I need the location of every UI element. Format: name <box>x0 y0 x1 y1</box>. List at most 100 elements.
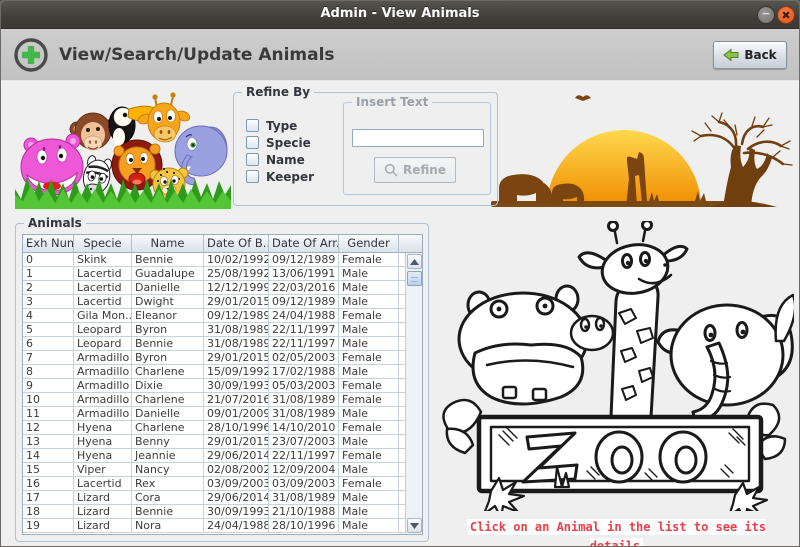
table-row[interactable]: 10ArmadilloCharlene21/07/201631/08/1989F… <box>23 393 422 407</box>
table-cell: 6 <box>23 337 74 351</box>
window-title: Admin - View Animals <box>1 6 799 21</box>
details-hint-text: Click on an Animal in the list to see it… <box>467 519 766 547</box>
table-cell: Male <box>339 463 399 477</box>
table-row[interactable]: 1LacertidGuadalupe25/08/199213/06/1991Ma… <box>23 267 422 281</box>
column-header[interactable]: Gender <box>339 235 399 253</box>
checkbox-keeper[interactable]: Keeper <box>246 170 314 183</box>
table-cell: 25/08/1992 <box>204 267 269 281</box>
back-button-label: Back <box>744 48 776 62</box>
table-cell: Male <box>339 491 399 505</box>
table-cell: 14 <box>23 449 74 463</box>
table-cell: 4 <box>23 309 74 323</box>
table-cell: Male <box>339 365 399 379</box>
table-row[interactable]: 15ViperNancy02/08/200212/09/2004Male <box>23 463 422 477</box>
table-cell: Male <box>339 295 399 309</box>
table-row[interactable]: 17LizardCora29/06/201431/08/1989Male <box>23 491 422 505</box>
minimize-button[interactable]: − <box>757 6 775 24</box>
table-cell: Eleanor <box>132 309 204 323</box>
checkbox-box-icon[interactable] <box>246 119 259 132</box>
table-cell: 31/08/1989 <box>269 491 339 505</box>
table-cell: 09/12/1989 <box>269 295 339 309</box>
details-hint: Click on an Animal in the list to see it… <box>439 516 794 547</box>
table-cell: 23/07/2003 <box>269 435 339 449</box>
scroll-down-button[interactable] <box>407 518 422 533</box>
table-cell: 18 <box>23 505 74 519</box>
table-cell: 17 <box>23 491 74 505</box>
close-button[interactable]: ✖ <box>777 6 795 24</box>
table-cell: Viper <box>74 463 132 477</box>
table-cell: 16 <box>23 477 74 491</box>
checkbox-specie[interactable]: Specie <box>246 136 314 149</box>
checkbox-name[interactable]: Name <box>246 153 314 166</box>
table-cell: 21/10/1988 <box>269 505 339 519</box>
table-row[interactable]: 4Gila Mon...Eleanor09/12/198924/04/1988F… <box>23 309 422 323</box>
table-row[interactable]: 14HyenaJeannie29/06/201422/11/1997Female <box>23 449 422 463</box>
table-row[interactable]: 12HyenaCharlene28/10/199614/10/2010Femal… <box>23 421 422 435</box>
table-cell: Lizard <box>74 491 132 505</box>
table-cell: Armadillo <box>74 407 132 421</box>
column-header[interactable]: Date Of Arr... <box>269 235 339 253</box>
checkbox-type[interactable]: Type <box>246 119 314 132</box>
table-cell: 29/01/2015 <box>204 295 269 309</box>
scroll-up-icon <box>410 259 419 265</box>
table-cell: Rex <box>132 477 204 491</box>
checkbox-box-icon[interactable] <box>246 136 259 149</box>
back-button[interactable]: Back <box>713 41 787 69</box>
table-cell: Male <box>339 267 399 281</box>
vertical-scrollbar[interactable] <box>405 253 422 534</box>
table-row[interactable]: 19LizardNora24/04/198828/10/1996Male <box>23 519 422 533</box>
table-cell: 12 <box>23 421 74 435</box>
table-cell: 09/01/2009 <box>204 407 269 421</box>
table-cell: 10 <box>23 393 74 407</box>
table-row[interactable]: 0SkinkBennie10/02/199209/12/1989Female <box>23 253 422 267</box>
table-cell: 29/06/2014 <box>204 491 269 505</box>
title-bar[interactable]: Admin - View Animals − ✖ <box>1 1 799 29</box>
table-cell: Nancy <box>132 463 204 477</box>
refine-button-label: Refine <box>403 163 446 177</box>
table-row[interactable]: 3LacertidDwight29/01/201509/12/1989Male <box>23 295 422 309</box>
table-cell: Female <box>339 421 399 435</box>
table-cell: Byron <box>132 351 204 365</box>
table-row[interactable]: 7ArmadilloByron29/01/201502/05/2003Femal… <box>23 351 422 365</box>
table-cell: Bennie <box>132 505 204 519</box>
table-cell: Cora <box>132 491 204 505</box>
table-row[interactable]: 13HyenaBenny29/01/201523/07/2003Male <box>23 435 422 449</box>
table-cell: Female <box>339 351 399 365</box>
column-header[interactable]: Exh Num <box>23 235 74 253</box>
table-cell: Skink <box>74 253 132 267</box>
column-header[interactable]: Name <box>132 235 204 253</box>
table-cell: Armadillo <box>74 379 132 393</box>
table-cell: Byron <box>132 323 204 337</box>
table-cell: Charlene <box>132 421 204 435</box>
checkbox-label: Keeper <box>266 170 314 184</box>
refine-button[interactable]: Refine <box>374 157 456 183</box>
table-cell: Female <box>339 253 399 267</box>
zoo-sign-drawing-image <box>439 221 794 511</box>
insert-text-panel: Insert Text Refine <box>343 102 491 195</box>
table-cell: 22/11/1997 <box>269 337 339 351</box>
table-cell: Armadillo <box>74 365 132 379</box>
checkbox-box-icon[interactable] <box>246 153 259 166</box>
table-row[interactable]: 9ArmadilloDixie30/09/199305/03/2003Femal… <box>23 379 422 393</box>
table-cell: Male <box>339 281 399 295</box>
checkbox-box-icon[interactable] <box>246 170 259 183</box>
table-row[interactable]: 8ArmadilloCharlene15/09/199217/02/1988Ma… <box>23 365 422 379</box>
table-cell: Female <box>339 393 399 407</box>
table-cell: 17/02/1988 <box>269 365 339 379</box>
table-row[interactable]: 16LacertidRex03/09/200303/09/2003Female <box>23 477 422 491</box>
table-row[interactable]: 2LacertidDanielle12/12/199922/03/2016Mal… <box>23 281 422 295</box>
table-cell: Female <box>339 379 399 393</box>
scrollbar-thumb[interactable] <box>407 271 422 286</box>
column-header[interactable]: Specie <box>74 235 132 253</box>
table-cell: 21/07/2016 <box>204 393 269 407</box>
checkbox-label: Type <box>266 119 297 133</box>
scroll-up-button[interactable] <box>407 254 422 269</box>
table-row[interactable]: 11ArmadilloDanielle09/01/200931/08/1989M… <box>23 407 422 421</box>
search-text-input[interactable] <box>352 129 484 147</box>
table-row[interactable]: 5LeopardByron31/08/198922/11/1997Male <box>23 323 422 337</box>
table-cell: Male <box>339 323 399 337</box>
animals-panel: Animals Exh NumSpecieNameDate Of B...Dat… <box>15 223 429 542</box>
table-row[interactable]: 18LizardBennie30/09/199321/10/1988Male <box>23 505 422 519</box>
table-row[interactable]: 6LeopardBennie31/08/198922/11/1997Male <box>23 337 422 351</box>
column-header[interactable]: Date Of B... <box>204 235 269 253</box>
